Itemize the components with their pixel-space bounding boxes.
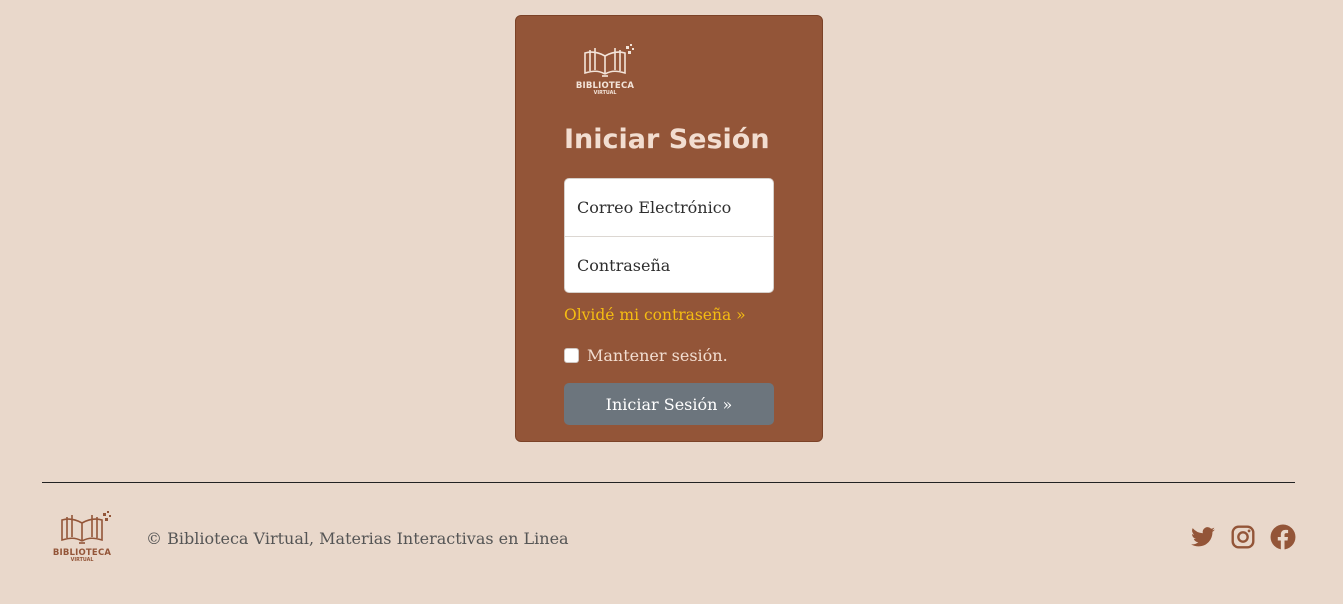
facebook-icon[interactable] [1270,524,1296,550]
email-field[interactable] [565,179,773,236]
login-card: BIBLIOTECA VIRTUAL Iniciar Sesión Olvidé… [515,15,823,442]
copyright-text: © Biblioteca Virtual, Materias Interacti… [146,529,569,548]
remember-label: Mantener sesión. [587,346,728,365]
forgot-password-link[interactable]: Olvidé mi contraseña » [564,306,746,324]
footer-logo-name: BIBLIOTECA [52,548,112,558]
remember-checkbox[interactable] [564,348,579,363]
twitter-icon[interactable] [1190,524,1216,550]
password-field[interactable] [565,237,773,292]
footer-logo-subtitle: VIRTUAL [70,558,94,563]
logo-name: BIBLIOTECA [575,81,635,91]
login-button[interactable]: Iniciar Sesión » [564,383,774,425]
book-icon [61,511,111,544]
instagram-icon[interactable] [1230,524,1256,550]
remember-session: Mantener sesión. [564,346,728,365]
credentials-group [564,178,774,293]
library-logo: BIBLIOTECA VIRTUAL [572,44,638,100]
footer-divider [42,482,1295,483]
logo-subtitle: VIRTUAL [593,91,617,96]
page-title: Iniciar Sesión [564,124,770,155]
footer-logo: BIBLIOTECA VIRTUAL [49,511,115,567]
book-icon [584,44,634,77]
